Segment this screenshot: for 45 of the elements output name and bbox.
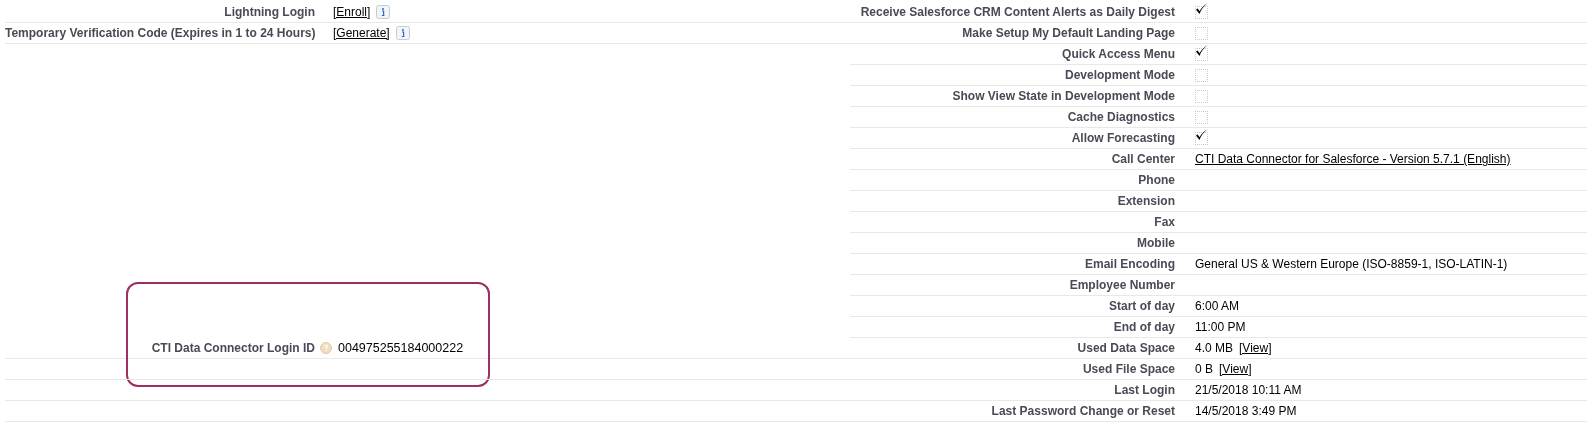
view-link[interactable]: [View] [1219, 362, 1252, 376]
info-icon[interactable] [395, 26, 410, 40]
field-label: Used File Space [1081, 362, 1175, 376]
field-label: End of day [1112, 320, 1175, 334]
field-value: 21/5/2018 10:11 AM [1195, 383, 1302, 397]
checkbox[interactable] [1195, 26, 1208, 40]
field-value: General US & Western Europe (ISO-8859-1, ISO-LATIN-1) [1195, 257, 1508, 271]
info-icon[interactable] [376, 5, 391, 19]
field-label: Development Mode [1064, 68, 1175, 82]
checkbox[interactable] [1195, 47, 1208, 61]
field-label: Allow Forecasting [1070, 131, 1175, 145]
checkbox[interactable] [1195, 68, 1208, 82]
field-label: Receive Salesforce CRM Content Alerts as Daily Digest [859, 5, 1175, 19]
field-value: 0 B [1195, 362, 1213, 376]
field-label: Phone [1137, 173, 1175, 187]
field-value: 6:00 AM [1195, 299, 1240, 313]
field-value: 14/5/2018 3:49 PM [1195, 404, 1297, 418]
link[interactable]: CTI Data Connector for Salesforce - Version 5.7.1 (English) [1195, 152, 1511, 166]
link[interactable]: [Enroll] [333, 5, 371, 19]
field-label: Lightning Login [223, 5, 315, 19]
field-label: Employee Number [1068, 278, 1175, 292]
field-label: Show View State in Development Mode [951, 89, 1175, 103]
field-label: Email Encoding [1084, 257, 1175, 271]
field-value: 004975255184000222 [338, 341, 464, 355]
field-label: Used Data Space [1076, 341, 1175, 355]
field-label: Extension [1116, 194, 1175, 208]
field-label: Make Setup My Default Landing Page [961, 26, 1175, 40]
checkbox[interactable] [1195, 131, 1208, 145]
checkbox[interactable] [1195, 110, 1208, 124]
checkbox[interactable] [1195, 5, 1208, 19]
field-label: Temporary Verification Code (Expires in 1 to 24 Hours) [5, 26, 315, 40]
link[interactable]: [Generate] [333, 26, 390, 40]
field-label: Start of day [1108, 299, 1175, 313]
field-label: Quick Access Menu [1061, 47, 1175, 61]
field-label: Mobile [1136, 236, 1175, 250]
field-label: Call Center [1110, 152, 1175, 166]
field-label: Fax [1153, 215, 1175, 229]
field-label: Last Login [1113, 383, 1175, 397]
field-value: 4.0 MB [1195, 341, 1233, 355]
field-label: CTI Data Connector Login ID [150, 341, 315, 355]
field-label: Cache Diagnostics [1066, 110, 1175, 124]
field-value: 11:00 PM [1195, 320, 1246, 334]
checkbox[interactable] [1195, 89, 1208, 103]
field-label: Last Password Change or Reset [990, 404, 1175, 418]
view-link[interactable]: [View] [1239, 341, 1272, 355]
